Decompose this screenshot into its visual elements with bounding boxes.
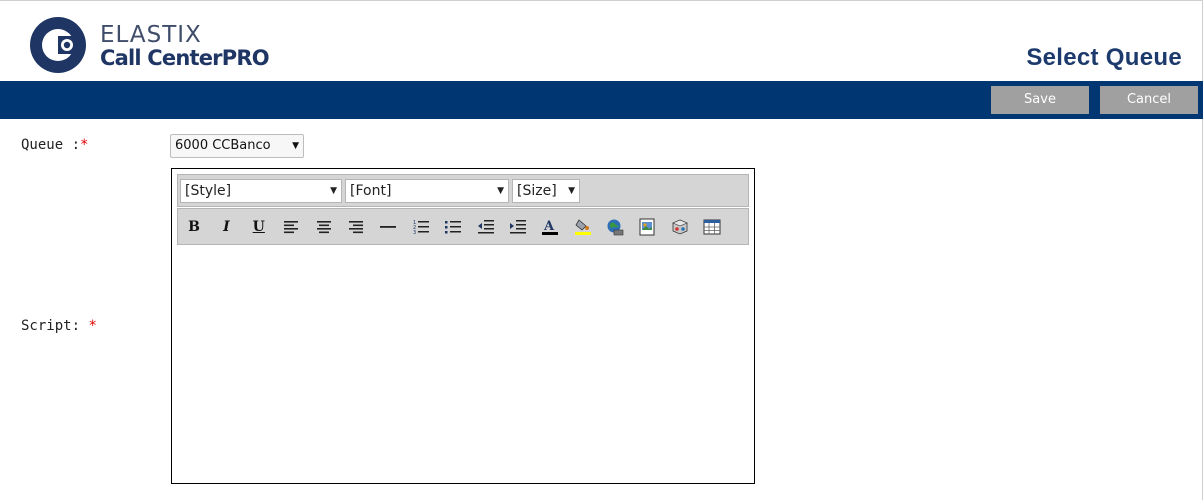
save-button[interactable]: Save	[991, 86, 1089, 114]
queue-select[interactable]: 6000 CCBanco ▼	[170, 134, 304, 158]
logo-product-suffix: PRO	[221, 46, 270, 70]
font-dropdown[interactable]: [Font] ▼	[345, 179, 509, 203]
logo-brand-text: ELASTIX	[100, 22, 202, 48]
size-dropdown-value: [Size]	[517, 183, 557, 199]
align-right-icon[interactable]	[346, 217, 366, 237]
queue-select-value: 6000 CCBanco	[175, 138, 271, 153]
chevron-down-icon: ▼	[330, 186, 337, 196]
style-dropdown-value: [Style]	[185, 183, 232, 199]
page-title: Select Queue	[1026, 44, 1182, 71]
logo-mark-icon	[30, 17, 86, 73]
indent-icon[interactable]	[508, 217, 528, 237]
action-bar: Save Cancel	[0, 81, 1203, 119]
chevron-down-icon: ▼	[568, 186, 575, 196]
svg-text:A: A	[543, 219, 555, 234]
logo-product-text: Call CenterPRO	[100, 45, 270, 71]
insert-link-icon[interactable]	[605, 217, 625, 237]
editor-content-area[interactable]	[177, 249, 749, 477]
logo-product-name: Call Center	[100, 46, 223, 70]
size-dropdown[interactable]: [Size] ▼	[512, 179, 580, 203]
font-dropdown-value: [Font]	[350, 183, 392, 199]
script-required-mark: *	[88, 318, 97, 334]
insert-object-icon[interactable]	[670, 217, 690, 237]
script-label-text: Script:	[21, 318, 81, 334]
ordered-list-icon[interactable]: 123	[411, 217, 431, 237]
highlight-icon[interactable]	[573, 217, 593, 237]
unordered-list-icon[interactable]	[443, 217, 463, 237]
insert-table-icon[interactable]	[702, 217, 722, 237]
cancel-button[interactable]: Cancel	[1100, 86, 1198, 114]
script-label: Script: *	[21, 318, 97, 334]
font-color-icon[interactable]: A	[540, 217, 560, 237]
editor-tool-icons: B I U 123 A	[184, 217, 735, 237]
queue-required-mark: *	[80, 137, 89, 153]
horizontal-rule-icon[interactable]	[378, 217, 398, 237]
style-dropdown[interactable]: [Style] ▼	[180, 179, 342, 203]
bold-icon[interactable]: B	[184, 217, 204, 237]
outdent-icon[interactable]	[476, 217, 496, 237]
insert-image-icon[interactable]	[637, 217, 657, 237]
chevron-down-icon: ▼	[497, 186, 504, 196]
queue-label-text: Queue :	[21, 137, 81, 153]
chevron-down-icon: ▼	[292, 141, 299, 151]
italic-icon[interactable]: I	[216, 217, 236, 237]
queue-label: Queue :*	[21, 137, 88, 153]
underline-icon[interactable]: U	[249, 217, 269, 237]
script-editor: [Style] ▼ [Font] ▼ [Size] ▼ B I U 1 2 3 …	[171, 168, 755, 484]
align-left-icon[interactable]	[281, 217, 301, 237]
editor-format-toolbar: [Style] ▼ [Font] ▼ [Size] ▼	[177, 174, 749, 207]
align-center-icon[interactable]	[314, 217, 334, 237]
editor-tools-toolbar: B I U 123 A	[177, 208, 749, 245]
svg-text:3: 3	[413, 230, 416, 235]
elastix-logo: ELASTIX Call CenterPRO	[27, 14, 287, 76]
